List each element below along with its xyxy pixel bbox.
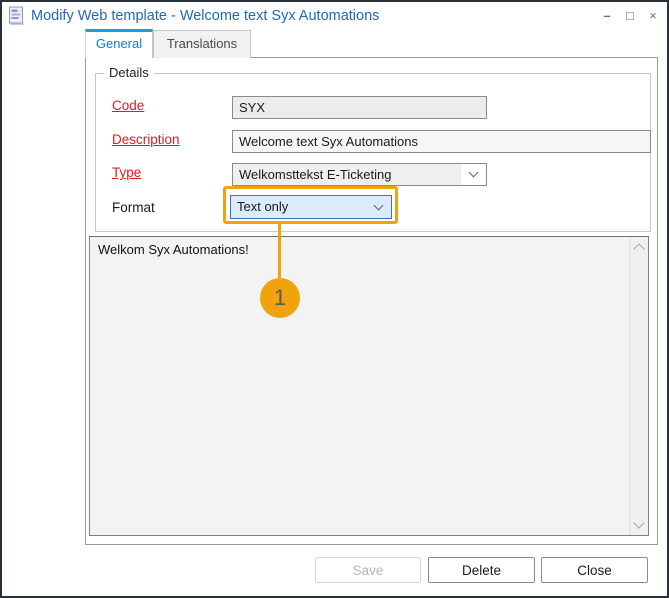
chevron-down-icon[interactable] xyxy=(633,517,645,529)
maximize-icon[interactable]: □ xyxy=(623,9,637,23)
chevron-up-icon[interactable] xyxy=(633,243,645,255)
window-controls: – □ × xyxy=(600,2,660,30)
window-title: Modify Web template - Welcome text Syx A… xyxy=(31,8,380,24)
code-label: Code xyxy=(112,98,145,113)
template-body-text[interactable]: Welkom Syx Automations! xyxy=(90,237,628,535)
save-button[interactable]: Save xyxy=(315,557,421,583)
chevron-down-icon[interactable] xyxy=(461,164,486,185)
editor-scrollbar[interactable] xyxy=(629,237,648,535)
template-body-editor[interactable]: Welkom Syx Automations! xyxy=(89,236,649,536)
code-input[interactable] xyxy=(232,96,487,119)
close-icon[interactable]: × xyxy=(646,9,660,23)
close-button[interactable]: Close xyxy=(541,557,648,583)
tab-translations[interactable]: Translations xyxy=(153,30,251,58)
type-label: Type xyxy=(112,165,142,180)
format-label: Format xyxy=(112,200,155,215)
format-dropdown[interactable]: Text only xyxy=(230,195,392,219)
template-document-icon xyxy=(8,6,26,26)
type-dropdown-value: Welkomsttekst E-Ticketing xyxy=(233,164,461,185)
minimize-icon[interactable]: – xyxy=(600,9,614,23)
format-dropdown-value: Text only xyxy=(231,196,366,218)
description-input[interactable] xyxy=(232,130,651,153)
tab-general[interactable]: General xyxy=(85,29,153,58)
details-groupbox-label: Details xyxy=(104,65,154,80)
type-dropdown[interactable]: Welkomsttekst E-Ticketing xyxy=(232,163,487,186)
chevron-down-icon[interactable] xyxy=(366,196,391,218)
modify-web-template-dialog: Modify Web template - Welcome text Syx A… xyxy=(0,0,669,598)
delete-button[interactable]: Delete xyxy=(428,557,535,583)
description-label: Description xyxy=(112,132,180,147)
title-bar: Modify Web template - Welcome text Syx A… xyxy=(2,2,667,30)
